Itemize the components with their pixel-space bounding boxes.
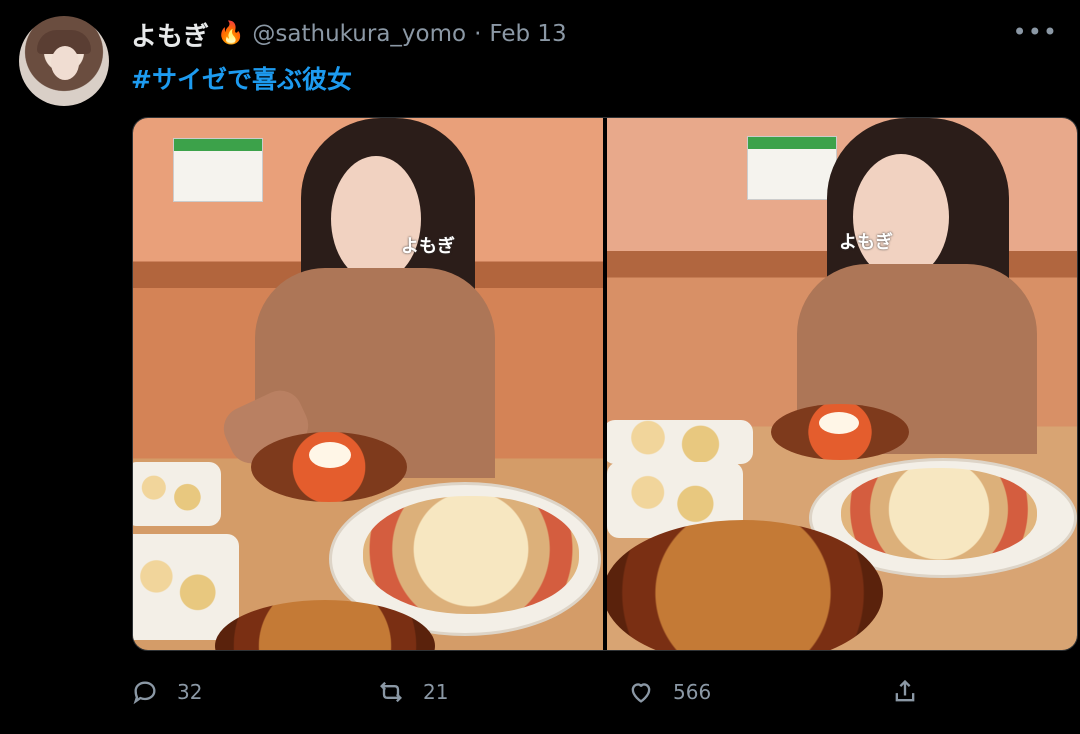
- share-action[interactable]: [891, 674, 919, 710]
- retweet-action[interactable]: 21: [377, 674, 448, 710]
- reply-action[interactable]: 32: [131, 674, 202, 710]
- tweet-date[interactable]: Feb 13: [489, 21, 566, 47]
- reply-icon: [133, 681, 156, 705]
- retweet-icon: [380, 681, 402, 703]
- tweet-actions: 32 21 566: [131, 674, 931, 710]
- like-action[interactable]: 566: [627, 674, 711, 710]
- egg: [819, 412, 859, 434]
- media-grid: よもぎ よもぎ: [132, 117, 1078, 651]
- tweet-photo-2[interactable]: よもぎ: [607, 118, 1077, 650]
- more-horizontal-icon[interactable]: •••: [1013, 18, 1058, 46]
- face: [853, 154, 949, 280]
- retweet-count: 21: [423, 680, 449, 704]
- side-dish: [607, 420, 753, 464]
- egg: [309, 442, 351, 468]
- photo-watermark: よもぎ: [401, 236, 455, 257]
- tweet-photo-1[interactable]: よもぎ: [133, 118, 603, 650]
- margherita-pizza: [363, 496, 579, 614]
- avatar-face: [51, 46, 79, 80]
- user-handle[interactable]: @sathukura_yomo: [252, 21, 466, 47]
- reply-count: 32: [177, 680, 203, 704]
- share-icon: [895, 679, 915, 702]
- like-count: 566: [673, 680, 712, 704]
- side-dish: [133, 534, 239, 640]
- tweet-header: よもぎ 🔥 @sathukura_yomo · Feb 13: [131, 16, 567, 53]
- margherita-pizza: [841, 468, 1037, 560]
- separator-dot: ·: [474, 21, 482, 47]
- display-name[interactable]: よもぎ: [131, 16, 209, 53]
- avatar[interactable]: [19, 16, 109, 106]
- face: [331, 156, 421, 282]
- fire-icon: 🔥: [217, 21, 245, 46]
- photo-watermark: よもぎ: [839, 232, 893, 253]
- notice-sign: [173, 138, 263, 202]
- hashtag-link[interactable]: #サイゼで喜ぶ彼女: [131, 60, 352, 96]
- heart-icon: [631, 683, 651, 703]
- side-dish: [133, 462, 221, 526]
- notice-sign: [747, 136, 837, 200]
